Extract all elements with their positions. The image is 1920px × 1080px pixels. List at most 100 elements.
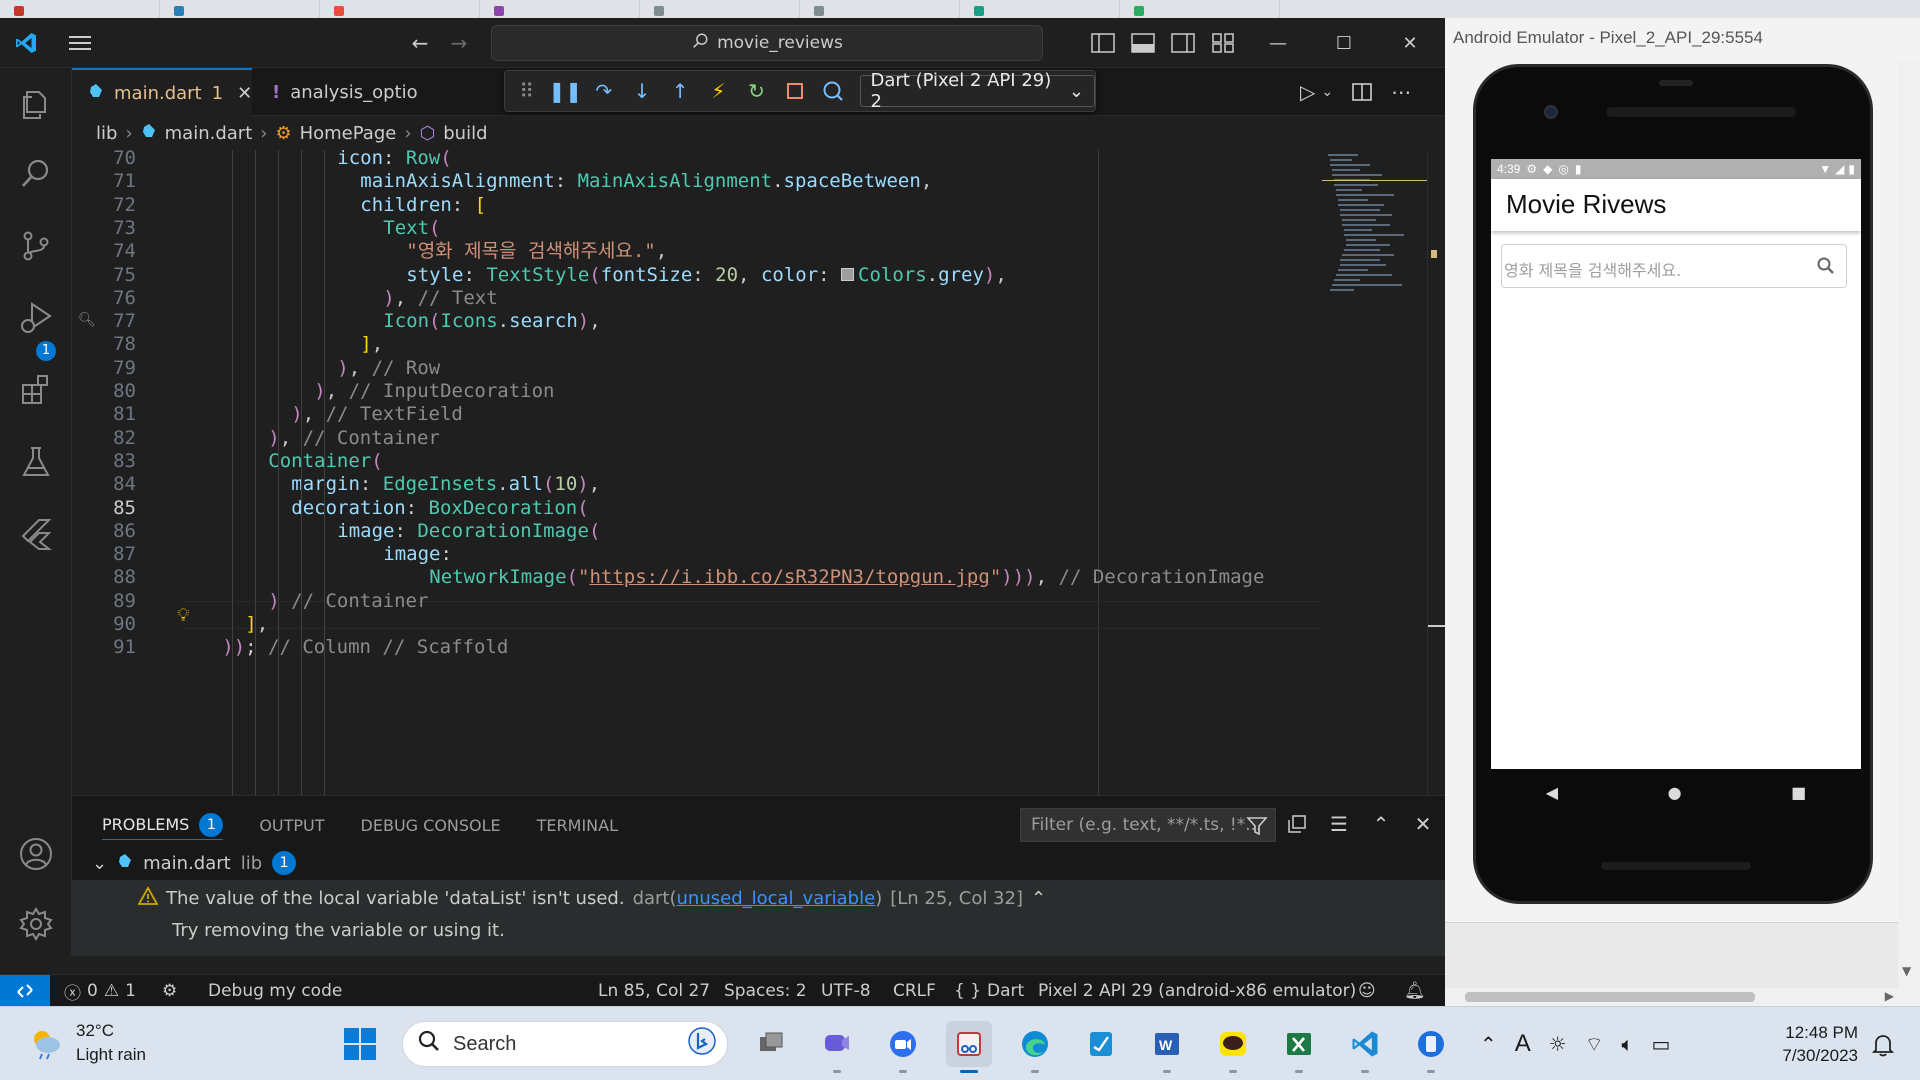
source-control-icon[interactable] [18, 228, 54, 264]
copilot-icon[interactable]: ☺ [1358, 975, 1376, 1006]
search-icon[interactable] [18, 156, 54, 192]
indentation-status[interactable]: Spaces: 2 [724, 975, 807, 1006]
windows-start-icon[interactable] [342, 1026, 378, 1062]
chevron-down-icon[interactable]: ⌄ [1321, 80, 1333, 104]
recents-square-icon[interactable]: ■ [1791, 783, 1806, 802]
drag-handle-icon[interactable]: ⠿ [515, 79, 538, 103]
scrollbar-thumb[interactable] [1465, 992, 1755, 1002]
browser-tab[interactable] [640, 0, 800, 18]
toggle-panel-icon[interactable] [1130, 31, 1156, 55]
browser-tab[interactable] [0, 0, 160, 18]
ime-icon[interactable]: A [1515, 1030, 1531, 1058]
problems-filter-input[interactable]: Filter (e.g. text, **/*.ts, !*... [1020, 808, 1276, 842]
tab-terminal[interactable]: TERMINAL [537, 810, 618, 840]
breadcrumb-folder[interactable]: lib [96, 123, 117, 144]
device-status[interactable]: Pixel 2 API 29 (android-x86 emulator) [1038, 975, 1356, 1006]
step-over-icon[interactable]: ↷ [592, 79, 615, 103]
breadcrumb-file[interactable]: main.dart [165, 123, 253, 144]
code-editor[interactable]: 70 icon: Row(71 mainAxisAlignment: MainAxi… [72, 150, 1322, 795]
encoding-status[interactable]: UTF-8 [821, 975, 871, 1006]
word-icon[interactable]: W [1144, 1021, 1190, 1073]
phone-screen[interactable]: 4:39 ⚙ ◆ ◎ ▮ ▼ ◢ ▮ Movie Rivews 영화 제목을 검… [1491, 159, 1861, 769]
taskbar-search-box[interactable]: Search [402, 1021, 728, 1067]
volume-icon[interactable]: 🔈︎ [1622, 1032, 1634, 1056]
view-as-list-icon[interactable]: ☰ [1326, 810, 1352, 838]
maximize-icon[interactable]: ☐ [1311, 18, 1377, 68]
breadcrumb-method[interactable]: build [443, 123, 487, 144]
stop-icon[interactable] [783, 79, 806, 103]
movie-search-field[interactable]: 영화 제목을 검색해주세요. [1501, 244, 1847, 288]
editor-scrollbar[interactable] [1427, 150, 1445, 795]
task-view-icon[interactable] [748, 1021, 794, 1067]
close-tab-icon[interactable]: ✕ [237, 83, 252, 104]
chevron-up-icon[interactable]: ⌃ [1480, 1032, 1497, 1056]
explorer-icon[interactable] [18, 86, 54, 122]
settings-gear-icon[interactable] [18, 906, 54, 942]
zoom-icon[interactable] [880, 1021, 926, 1073]
minimize-icon[interactable]: — [1245, 18, 1311, 68]
excel-icon[interactable] [1276, 1021, 1322, 1073]
notification-bell-icon[interactable] [1870, 1032, 1896, 1058]
battery-icon[interactable]: ▭ [1652, 1032, 1671, 1056]
android-emulator-taskbar-icon[interactable] [1408, 1021, 1454, 1073]
problem-file-row[interactable]: ⌄ main.dart lib 1 [92, 848, 297, 878]
close-icon[interactable]: ✕ [1377, 18, 1443, 68]
step-into-icon[interactable]: ↓ [630, 79, 653, 103]
horizontal-scrollbar[interactable]: ▶ [1445, 988, 1920, 1006]
forward-arrow-icon[interactable]: → [446, 30, 472, 56]
browser-tab[interactable] [320, 0, 480, 18]
toggle-secondary-sidebar-icon[interactable] [1170, 31, 1196, 55]
hamburger-menu-icon[interactable] [68, 34, 92, 52]
cursor-position-status[interactable]: Ln 85, Col 27 [598, 975, 710, 1006]
filter-icon[interactable] [1246, 815, 1268, 837]
toggle-primary-sidebar-icon[interactable] [1090, 31, 1116, 55]
remote-indicator-icon[interactable] [0, 975, 50, 1006]
eol-status[interactable]: CRLF [893, 975, 936, 1006]
command-center-search[interactable]: movie_reviews [491, 25, 1043, 61]
browser-tab[interactable] [160, 0, 320, 18]
debug-config-status[interactable]: Debug my code [208, 975, 342, 1006]
customize-layout-icon[interactable] [1210, 31, 1236, 55]
split-editor-icon[interactable] [1351, 80, 1373, 104]
testing-flask-icon[interactable] [18, 444, 54, 480]
edge-browser-icon[interactable] [1012, 1021, 1058, 1073]
browser-tab[interactable] [1120, 0, 1280, 18]
vscode-logo-icon[interactable] [14, 31, 38, 55]
flutter-inspector-icon[interactable] [821, 79, 844, 103]
run-icon[interactable]: ▷ [1300, 80, 1315, 104]
collapse-all-icon[interactable] [1284, 810, 1310, 838]
notifications-bell-icon[interactable]: 🔔︎ [1404, 975, 1426, 1006]
emulator-scrollbar[interactable]: ▼ [1898, 60, 1920, 988]
notes-app-icon[interactable] [1078, 1021, 1124, 1067]
maximize-panel-icon[interactable]: ⌃ [1368, 810, 1394, 838]
search-icon[interactable] [1816, 256, 1836, 276]
teams-chat-icon[interactable] [814, 1021, 860, 1073]
lightbulb-icon[interactable]: 💡︎ [177, 605, 190, 626]
brightness-icon[interactable]: ☼ [1549, 1032, 1567, 1056]
chevron-up-icon[interactable]: ⌃ [1031, 888, 1046, 909]
language-status[interactable]: { } Dart [954, 975, 1024, 1006]
snipping-tool-icon[interactable] [946, 1021, 992, 1073]
problem-item[interactable]: The value of the local variable 'dataLis… [72, 880, 1445, 956]
code-line[interactable]: 91)); // Column // Scaffold [72, 633, 1322, 661]
kakaotalk-icon[interactable] [1210, 1021, 1256, 1073]
tab-main-dart[interactable]: main.dart 1 ✕ [72, 68, 252, 116]
taskbar-clock[interactable]: 12:48 PM 7/30/2023 [1772, 1021, 1858, 1067]
hot-reload-icon[interactable]: ⚡ [707, 79, 730, 103]
pause-icon[interactable]: ❚❚ [548, 79, 582, 103]
browser-tab[interactable] [480, 0, 640, 18]
vscode-taskbar-icon[interactable] [1342, 1021, 1388, 1073]
weather-widget[interactable]: 32°C Light rain [28, 1019, 146, 1067]
flutter-icon[interactable] [18, 516, 54, 552]
browser-tab[interactable] [960, 0, 1120, 18]
close-panel-icon[interactable]: ✕ [1410, 810, 1436, 838]
browser-tab[interactable] [800, 0, 960, 18]
tab-problems[interactable]: PROBLEMS 1 [102, 810, 224, 840]
back-triangle-icon[interactable]: ◀ [1546, 783, 1558, 802]
restart-icon[interactable]: ↻ [745, 79, 768, 103]
wifi-icon[interactable]: ⌔ [1585, 1032, 1604, 1057]
debug-target-dropdown[interactable]: Dart (Pixel 2 API 29) 2 ⌄ [859, 70, 1096, 112]
home-circle-icon[interactable]: ● [1668, 783, 1682, 802]
debug-status[interactable]: ⚙ [162, 975, 177, 1006]
back-arrow-icon[interactable]: ← [407, 30, 433, 56]
